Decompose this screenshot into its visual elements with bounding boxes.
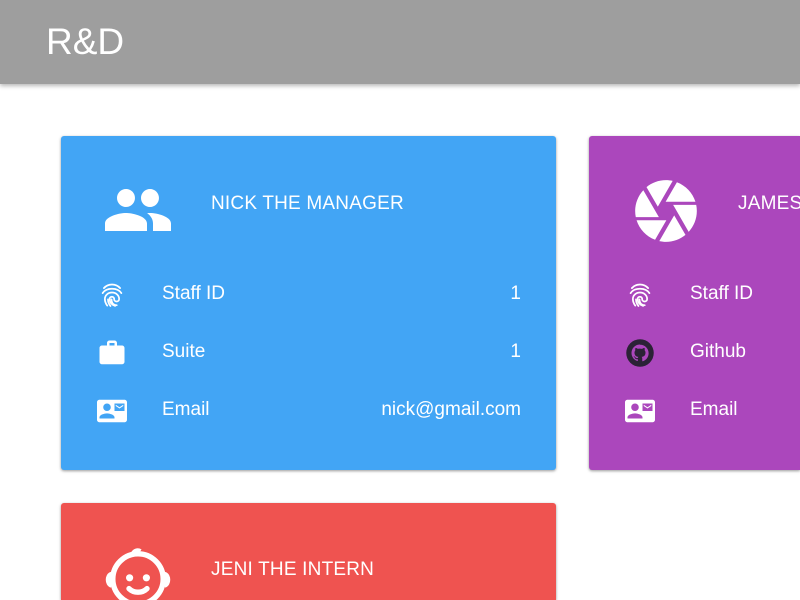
row-label: Staff ID (690, 283, 754, 304)
row-value: 1 (510, 283, 521, 304)
people-icon (97, 174, 179, 246)
employee-card-manager[interactable]: NICK THE MANAGER Staff ID 1 Suite 1 Emai… (61, 136, 556, 470)
briefcase-icon (95, 338, 129, 368)
info-row-github: Github (589, 332, 800, 372)
fingerprint-icon (623, 280, 657, 310)
info-row-staff-id: Staff ID 1 (61, 274, 556, 314)
employee-name: JENI THE INTERN (211, 559, 375, 580)
page-title: R&D (46, 21, 125, 62)
contact-mail-icon (95, 396, 129, 426)
employee-card-intern[interactable]: JENI THE INTERN (61, 503, 556, 600)
fingerprint-icon (95, 280, 129, 310)
info-row-staff-id: Staff ID (589, 274, 800, 314)
github-icon[interactable] (623, 338, 657, 368)
camera-shutter-icon (627, 174, 705, 248)
card-header: NICK THE MANAGER (61, 136, 556, 266)
row-label: Email (162, 399, 210, 420)
info-row-suite: Suite 1 (61, 332, 556, 372)
row-label: Suite (162, 341, 206, 362)
employee-card-james[interactable]: JAMES Staff ID Github Email (589, 136, 800, 470)
info-row-email: Email (589, 390, 800, 430)
employee-name: NICK THE MANAGER (211, 193, 404, 214)
child-face-icon (97, 540, 179, 600)
row-label: Email (690, 399, 738, 420)
row-label: Staff ID (162, 283, 226, 304)
employee-name: JAMES (738, 193, 800, 214)
row-value: 1 (510, 341, 521, 362)
app-bar: R&D (0, 0, 800, 84)
email-link[interactable]: nick@gmail.com (381, 399, 521, 421)
contact-mail-icon (623, 396, 657, 426)
row-label: Github (690, 341, 746, 362)
info-row-email: Email nick@gmail.com (61, 390, 556, 430)
card-header: JAMES (589, 136, 800, 266)
